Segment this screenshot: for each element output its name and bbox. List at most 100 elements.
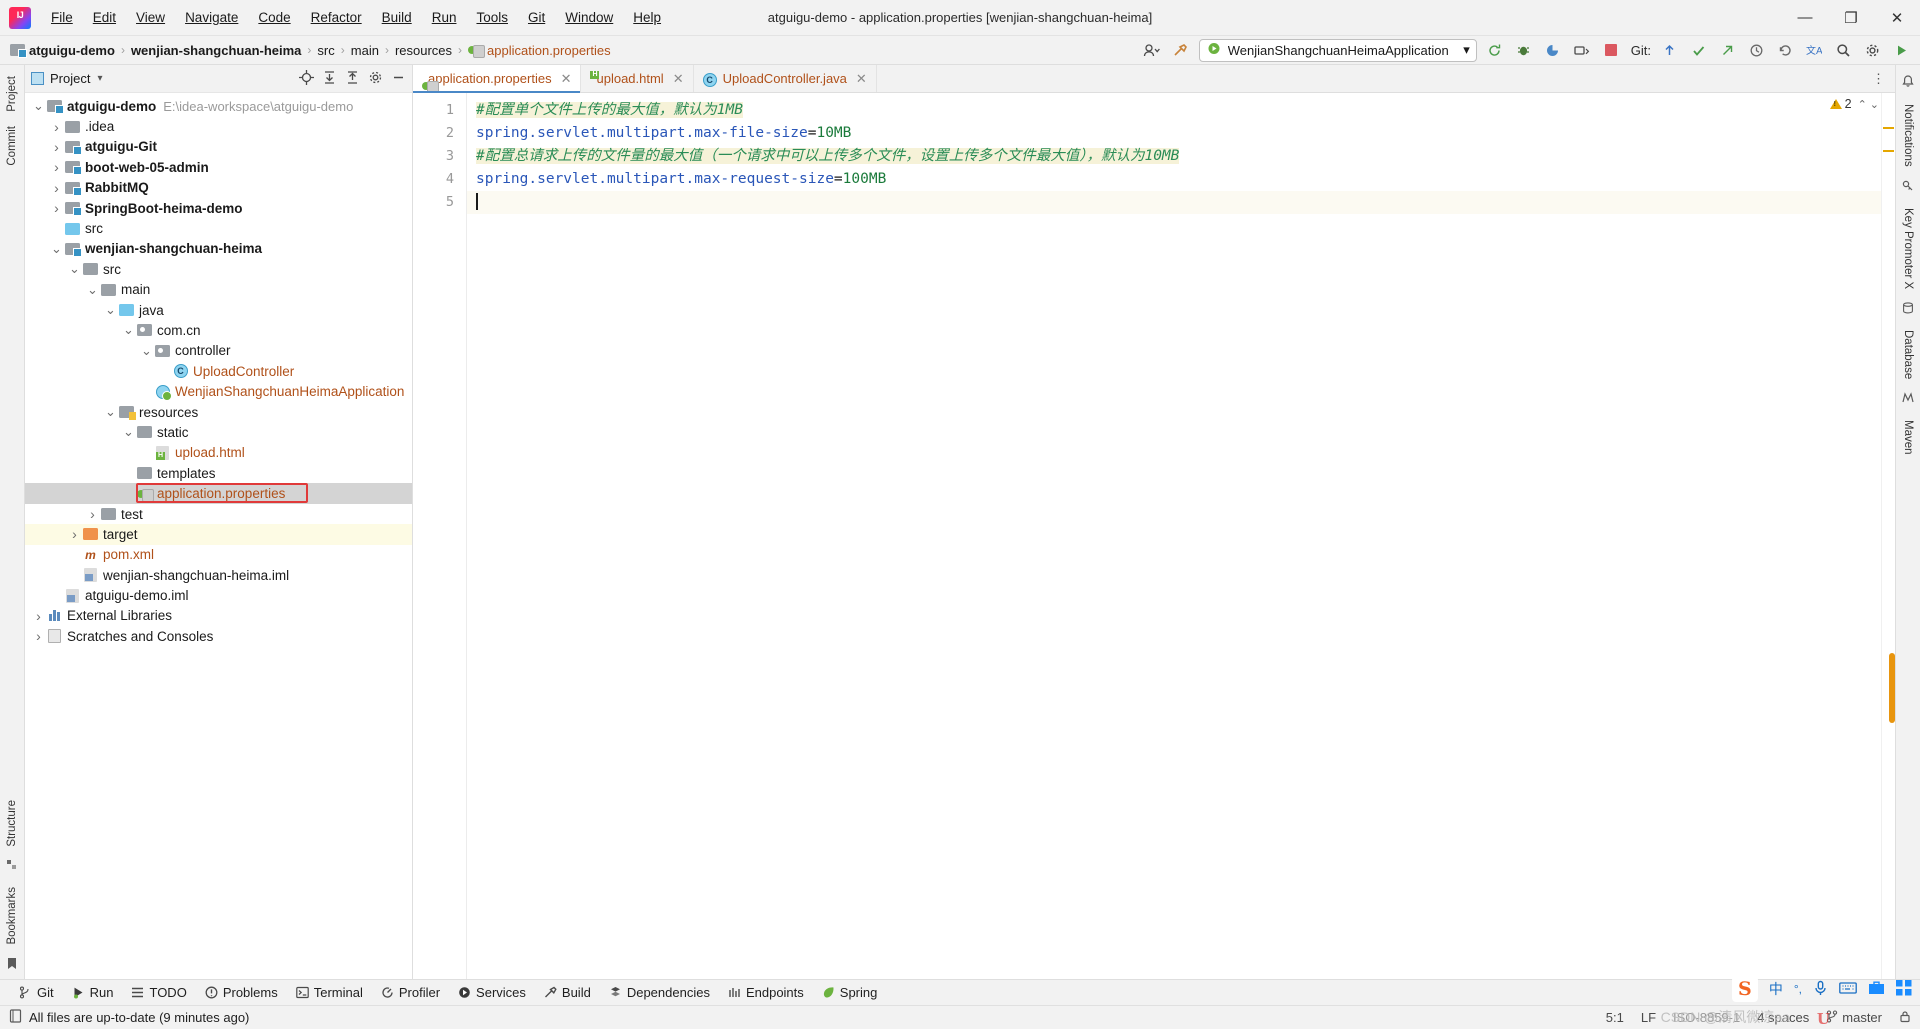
toolbox-icon[interactable] — [1868, 980, 1885, 998]
tree-node-external-libraries[interactable]: › External Libraries — [25, 606, 412, 626]
editor-tab-close-icon[interactable]: ✕ — [673, 71, 684, 87]
editor-tab-close-icon[interactable]: ✕ — [561, 71, 572, 87]
editor-scrollbar-thumb[interactable] — [1889, 653, 1895, 723]
tool-window-dependencies[interactable]: Dependencies — [600, 983, 719, 1002]
tree-node-static[interactable]: ⌄ static — [25, 422, 412, 442]
menu-code[interactable]: Code — [248, 6, 300, 29]
chevron-right-icon[interactable]: › — [49, 139, 64, 155]
tree-node-controller[interactable]: ⌄ controller — [25, 341, 412, 361]
stop-icon[interactable] — [1600, 39, 1622, 61]
line-separator[interactable]: LF — [1641, 1010, 1656, 1025]
chevron-right-icon[interactable]: › — [67, 526, 82, 542]
inspection-widget[interactable]: 2 ⌃ ⌄ — [1829, 97, 1879, 111]
rail-button-maven[interactable]: Maven — [1898, 413, 1918, 462]
ime-punctuation-icon[interactable]: °, — [1794, 982, 1802, 996]
menu-git[interactable]: Git — [518, 6, 555, 29]
apps-grid-icon[interactable] — [1896, 979, 1912, 999]
settings-gear-icon[interactable] — [1861, 39, 1883, 61]
debug-icon[interactable] — [1513, 39, 1535, 61]
chevron-down-icon[interactable]: ⌄ — [139, 343, 154, 359]
tool-window-terminal[interactable]: Terminal — [287, 983, 372, 1002]
locate-icon[interactable] — [299, 69, 314, 88]
project-view-dropdown-icon[interactable]: ▾ — [97, 73, 102, 84]
tree-node-boot-web-05-admin[interactable]: › boot-web-05-admin — [25, 157, 412, 177]
tool-window-problems[interactable]: Problems — [196, 983, 287, 1002]
translate-icon[interactable]: 文A — [1803, 39, 1825, 61]
tree-node-com-cn[interactable]: ⌄ com.cn — [25, 320, 412, 340]
editor-tab-application-properties[interactable]: application.properties ✕ — [413, 65, 582, 93]
tree-node-atguigu-demo-iml[interactable]: atguigu-demo.iml — [25, 585, 412, 605]
tree-node-wenjianshangchuanheimaapplication[interactable]: WenjianShangchuanHeimaApplication — [25, 381, 412, 401]
tree-node-resources[interactable]: ⌄ resources — [25, 402, 412, 422]
chevron-down-icon[interactable]: ⌄ — [85, 282, 100, 298]
search-everywhere-icon[interactable] — [1832, 39, 1854, 61]
chevron-down-icon[interactable]: ⌄ — [49, 241, 64, 257]
breadcrumb-src[interactable]: src — [317, 43, 334, 58]
caret-position[interactable]: 5:1 — [1606, 1010, 1624, 1025]
minimize-button[interactable]: — — [1782, 0, 1828, 36]
keyboard-icon[interactable] — [1839, 981, 1857, 998]
run-play-icon[interactable] — [1890, 39, 1912, 61]
collapse-all-icon[interactable] — [345, 70, 360, 88]
close-button[interactable]: ✕ — [1874, 0, 1920, 36]
expand-all-icon[interactable] — [322, 70, 337, 88]
user-avatar-icon[interactable] — [1141, 39, 1163, 61]
chevron-right-icon[interactable]: › — [49, 119, 64, 135]
chevron-down-icon[interactable]: ⌄ — [67, 261, 82, 277]
tree-node-pom-xml[interactable]: m pom.xml — [25, 545, 412, 565]
menu-tools[interactable]: Tools — [466, 6, 518, 29]
tree-node-templates[interactable]: templates — [25, 463, 412, 483]
git-commit-icon[interactable] — [1687, 39, 1709, 61]
chevron-down-icon[interactable]: ⌄ — [121, 322, 136, 338]
tree-node-src[interactable]: src — [25, 218, 412, 238]
git-history-icon[interactable] — [1745, 39, 1767, 61]
chevron-down-icon[interactable]: ⌄ — [103, 302, 118, 318]
marker-strip[interactable] — [1881, 93, 1895, 979]
build-hammer-icon[interactable] — [1170, 39, 1192, 61]
chevron-right-icon[interactable]: › — [31, 628, 46, 644]
editor-tab-upload-html[interactable]: upload.html ✕ — [581, 65, 694, 92]
microphone-icon[interactable] — [1813, 980, 1828, 999]
code-line-3[interactable]: #配置总请求上传的文件量的最大值（一个请求中可以上传多个文件，设置上传多个文件最… — [476, 145, 1881, 168]
menu-run[interactable]: Run — [422, 6, 467, 29]
chevron-right-icon[interactable]: › — [49, 200, 64, 216]
chevron-down-icon[interactable]: ▾ — [1463, 42, 1470, 58]
inspection-next-icon[interactable]: ⌄ — [1870, 98, 1879, 111]
profiler-icon[interactable] — [1571, 39, 1593, 61]
hide-icon[interactable] — [391, 70, 406, 88]
chevron-right-icon[interactable]: › — [49, 180, 64, 196]
ime-language-indicator[interactable]: 中 — [1769, 979, 1783, 999]
structure-icon[interactable] — [6, 859, 18, 874]
maven-icon[interactable] — [1902, 392, 1914, 407]
rail-button-notifications[interactable]: Notifications — [1898, 97, 1918, 174]
key-promoter-icon[interactable] — [1902, 180, 1914, 195]
chevron-right-icon[interactable]: › — [85, 506, 100, 522]
tree-node-application-properties[interactable]: application.properties — [25, 483, 412, 504]
breadcrumb-project[interactable]: atguigu-demo — [10, 43, 115, 58]
file-encoding[interactable]: ISO-8859-1 — [1673, 1010, 1740, 1025]
git-rollback-icon[interactable] — [1774, 39, 1796, 61]
breadcrumb-resources[interactable]: resources — [395, 43, 452, 58]
tree-node-wenjian-shangchuan-heima-iml[interactable]: wenjian-shangchuan-heima.iml — [25, 565, 412, 585]
tool-window-services[interactable]: Services — [449, 983, 535, 1002]
tree-node-scratches-and-consoles[interactable]: › Scratches and Consoles — [25, 626, 412, 646]
tree-node-main[interactable]: ⌄ main — [25, 280, 412, 300]
tree-node-target[interactable]: › target — [25, 524, 412, 545]
tool-window-spring[interactable]: Spring — [813, 983, 887, 1002]
tool-window-run[interactable]: Run — [63, 983, 123, 1002]
menu-navigate[interactable]: Navigate — [175, 6, 248, 29]
tool-window-build[interactable]: Build — [535, 983, 600, 1002]
chevron-down-icon[interactable]: ⌄ — [31, 98, 46, 114]
tree-node--idea[interactable]: › .idea — [25, 116, 412, 136]
editor-tab-close-icon[interactable]: ✕ — [856, 71, 867, 87]
tree-node-rabbitmq[interactable]: › RabbitMQ — [25, 178, 412, 198]
chevron-down-icon[interactable]: ⌄ — [121, 424, 136, 440]
menu-file[interactable]: File — [41, 6, 83, 29]
editor-tab-options-icon[interactable]: ⋮ — [1872, 65, 1895, 92]
warning-marker[interactable] — [1883, 127, 1894, 129]
git-branch-widget[interactable]: master — [1826, 1009, 1882, 1026]
tree-node-atguigu-demo[interactable]: ⌄ atguigu-demo E:\idea-workspace\atguigu-d… — [25, 96, 412, 116]
editor-tab-uploadcontroller-java[interactable]: C UploadController.java ✕ — [694, 65, 877, 92]
code-line-1[interactable]: #配置单个文件上传的最大值，默认为1MB — [476, 99, 1881, 122]
coverage-icon[interactable] — [1542, 39, 1564, 61]
